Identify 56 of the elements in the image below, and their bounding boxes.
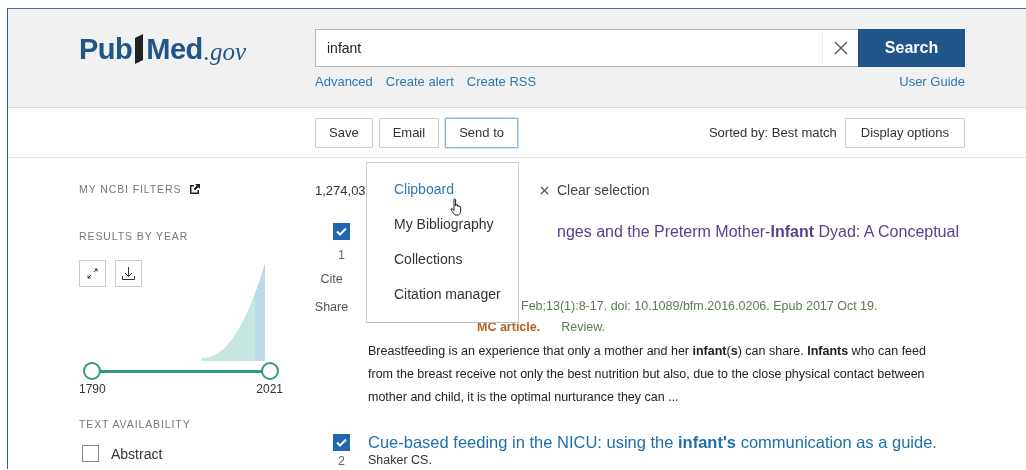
download-icon <box>121 266 136 281</box>
search-button[interactable]: Search <box>858 29 965 67</box>
search-link[interactable]: Advanced <box>315 74 373 89</box>
user-guide-link[interactable]: User Guide <box>899 74 965 89</box>
checkmark-icon <box>336 227 347 236</box>
slider-handle[interactable] <box>83 362 101 380</box>
publication-type: Review. <box>561 319 605 336</box>
search-link[interactable]: Create alert <box>385 74 454 89</box>
download-button[interactable] <box>115 260 142 287</box>
year-label: 2021 <box>256 382 283 396</box>
result-action-link[interactable]: Share <box>314 300 349 314</box>
result-action-link[interactable]: Cite <box>320 272 343 286</box>
toolbar-button[interactable]: Save <box>315 117 373 148</box>
logo-text: Pub <box>79 32 133 66</box>
menu-item[interactable]: Collections <box>367 242 518 277</box>
menu-item[interactable]: Clipboard <box>367 172 518 207</box>
clear-button[interactable] <box>822 29 858 67</box>
hand-cursor-icon <box>450 198 464 216</box>
result-title-link[interactable]: nges and the Preterm Mother-Infant Dyad: A Conceptual <box>557 220 959 244</box>
slider-handle[interactable] <box>261 362 279 380</box>
logo-text: Med <box>146 32 203 66</box>
result-number: 1 <box>338 248 345 262</box>
expand-icon <box>86 267 99 280</box>
results-count: 1,274,03 <box>315 182 366 198</box>
search-field[interactable]: infant <box>315 29 822 67</box>
checkbox[interactable] <box>82 445 99 462</box>
result-number: 2 <box>338 454 345 468</box>
logo-domain: .gov <box>203 37 247 66</box>
citation-text: Feb;13(1):8-17. doi: 10.1089/bfm.2016.0206. Epub 2017 Oct 19. <box>521 298 878 315</box>
clear-selection-text: Clear selection <box>557 182 650 198</box>
search-link[interactable]: Create RSS <box>466 74 537 89</box>
checkbox[interactable] <box>333 223 350 240</box>
year-label: 1790 <box>79 382 106 396</box>
book-icon <box>133 34 146 64</box>
toolbar-button[interactable]: Email <box>378 117 440 148</box>
year-range-slider[interactable] <box>83 361 279 381</box>
filter-label[interactable]: Abstract <box>111 445 163 462</box>
section-heading: RESULTS BY YEAR <box>79 230 190 242</box>
checkbox[interactable] <box>333 434 350 451</box>
menu-item[interactable]: Citation manager <box>367 277 518 312</box>
section-heading: MY NCBI FILTERS <box>79 183 182 195</box>
close-icon <box>832 40 849 56</box>
pubmed-logo[interactable]: Pub Med.gov <box>79 29 315 69</box>
clear-selection-link[interactable]: Clear selection <box>540 182 650 198</box>
author-list: Shaker CS. <box>368 453 965 468</box>
section-heading: TEXT AVAILABILITY <box>79 418 192 430</box>
close-icon <box>540 185 549 195</box>
display-options-button[interactable]: Display options <box>844 117 965 148</box>
external-link-icon[interactable] <box>189 183 202 195</box>
menu-item[interactable]: My Bibliography <box>367 207 518 242</box>
result-title-link[interactable]: Cue-based feeding in the NICU: using the infant's communication as a guide. <box>368 431 965 453</box>
checkmark-icon <box>336 438 347 447</box>
sort-label: Sorted by: Best match <box>708 125 837 140</box>
expand-button[interactable] <box>79 260 106 287</box>
abstract-snippet: Breastfeeding is an experience that only a mother and her infant(s) can share. Infants who can feed from the breast receive not only the best nutrition but also, due to the close physical contact between mother and child, it is the optimal nurturance they can ... <box>368 343 927 406</box>
toolbar-button[interactable]: Send to <box>445 117 518 148</box>
